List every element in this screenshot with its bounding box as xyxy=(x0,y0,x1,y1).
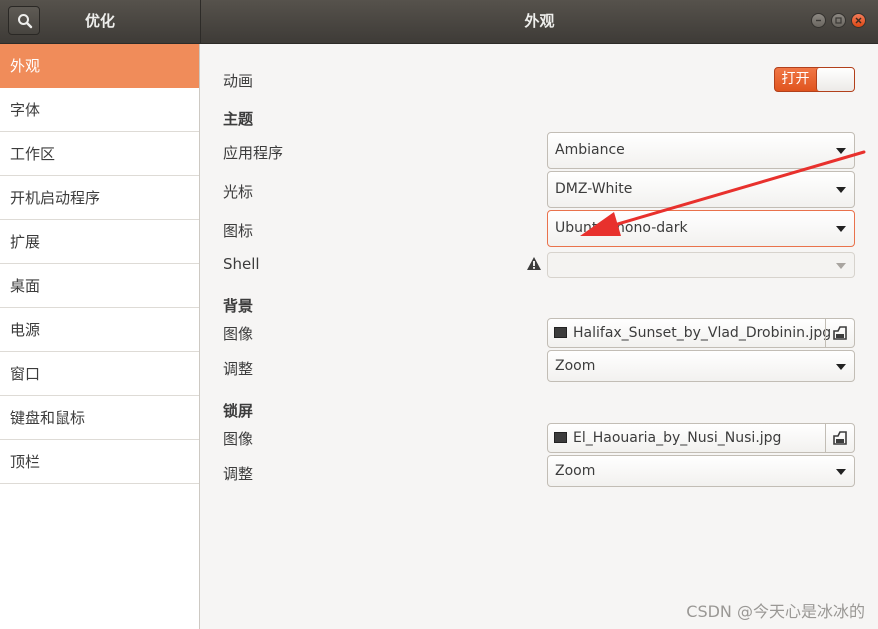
sidebar-item-startup-applications[interactable]: 开机启动程序 xyxy=(0,176,199,220)
shell-label: Shell xyxy=(223,255,260,273)
chevron-down-icon xyxy=(836,148,846,154)
chevron-down-icon xyxy=(836,263,846,269)
animation-label: 动画 xyxy=(223,72,254,90)
close-button[interactable] xyxy=(851,13,866,28)
lock-adjust-label: 调整 xyxy=(223,465,254,483)
background-header: 背景 xyxy=(223,297,254,315)
background-adjust-value: Zoom xyxy=(555,358,596,374)
sidebar-title: 优化 xyxy=(84,12,115,30)
sidebar-item-windows[interactable]: 窗口 xyxy=(0,352,199,396)
applications-theme-dropdown[interactable]: Ambiance xyxy=(547,132,855,169)
sidebar: 外观 字体 工作区 开机启动程序 扩展 桌面 电源 窗口 键盘和鼠标 顶栏 xyxy=(0,44,200,629)
chevron-down-icon xyxy=(836,187,846,193)
lock-adjust-value: Zoom xyxy=(555,463,596,479)
cursor-theme-value: DMZ-White xyxy=(555,181,633,197)
chevron-down-icon xyxy=(836,364,846,370)
animation-switch[interactable]: 打开 xyxy=(774,67,855,92)
background-adjust-dropdown[interactable]: Zoom xyxy=(547,350,855,382)
minimize-icon xyxy=(816,19,821,22)
applications-theme-value: Ambiance xyxy=(555,142,625,158)
close-icon xyxy=(855,17,862,24)
watermark: CSDN @今天心是冰冰的 xyxy=(686,602,865,621)
lock-image-chooser[interactable]: El_Haouaria_by_Nusi_Nusi.jpg xyxy=(547,423,855,453)
cursor-theme-dropdown[interactable]: DMZ-White xyxy=(547,171,855,208)
themes-header: 主题 xyxy=(223,110,254,128)
icons-theme-value: Ubuntu-mono-dark xyxy=(555,220,688,236)
lock-adjust-dropdown[interactable]: Zoom xyxy=(547,455,855,487)
sidebar-item-fonts[interactable]: 字体 xyxy=(0,88,199,132)
sidebar-item-desktop[interactable]: 桌面 xyxy=(0,264,199,308)
sidebar-item-top-bar[interactable]: 顶栏 xyxy=(0,440,199,484)
search-button[interactable] xyxy=(8,6,40,35)
chevron-down-icon xyxy=(836,226,846,232)
maximize-icon xyxy=(835,17,842,24)
warning-icon xyxy=(527,257,541,270)
cursor-label: 光标 xyxy=(223,183,254,201)
minimize-button[interactable] xyxy=(811,13,826,28)
chevron-down-icon xyxy=(836,469,846,475)
icons-label: 图标 xyxy=(223,222,254,240)
image-file-icon xyxy=(554,432,567,443)
lock-screen-header: 锁屏 xyxy=(223,402,254,420)
lock-image-filename: El_Haouaria_by_Nusi_Nusi.jpg xyxy=(573,430,782,446)
chooser-divider xyxy=(825,424,826,452)
title-bar: 优化 外观 xyxy=(0,0,878,44)
icons-theme-dropdown[interactable]: Ubuntu-mono-dark xyxy=(547,210,855,247)
sidebar-item-keyboard-mouse[interactable]: 键盘和鼠标 xyxy=(0,396,199,440)
background-image-chooser[interactable]: Halifax_Sunset_by_Vlad_Drobinin.jpg xyxy=(547,318,855,348)
sidebar-item-extensions[interactable]: 扩展 xyxy=(0,220,199,264)
sidebar-item-workspaces[interactable]: 工作区 xyxy=(0,132,199,176)
background-image-label: 图像 xyxy=(223,325,254,343)
switch-knob xyxy=(816,68,854,91)
sidebar-item-appearance[interactable]: 外观 xyxy=(0,44,199,88)
switch-on-label: 打开 xyxy=(781,71,810,87)
image-file-icon xyxy=(554,327,567,338)
open-file-icon xyxy=(833,326,847,340)
open-file-icon xyxy=(833,431,847,445)
shell-theme-dropdown xyxy=(547,252,855,278)
background-image-filename: Halifax_Sunset_by_Vlad_Drobinin.jpg xyxy=(573,325,832,341)
maximize-button[interactable] xyxy=(831,13,846,28)
sidebar-item-power[interactable]: 电源 xyxy=(0,308,199,352)
applications-label: 应用程序 xyxy=(223,144,284,162)
search-icon xyxy=(18,14,33,29)
chooser-divider xyxy=(825,319,826,347)
lock-image-label: 图像 xyxy=(223,430,254,448)
page-title: 外观 xyxy=(524,12,555,30)
background-adjust-label: 调整 xyxy=(223,360,254,378)
appearance-panel: 动画 打开 主题 应用程序 Ambiance 光标 DMZ-White 图标 U… xyxy=(201,44,878,629)
